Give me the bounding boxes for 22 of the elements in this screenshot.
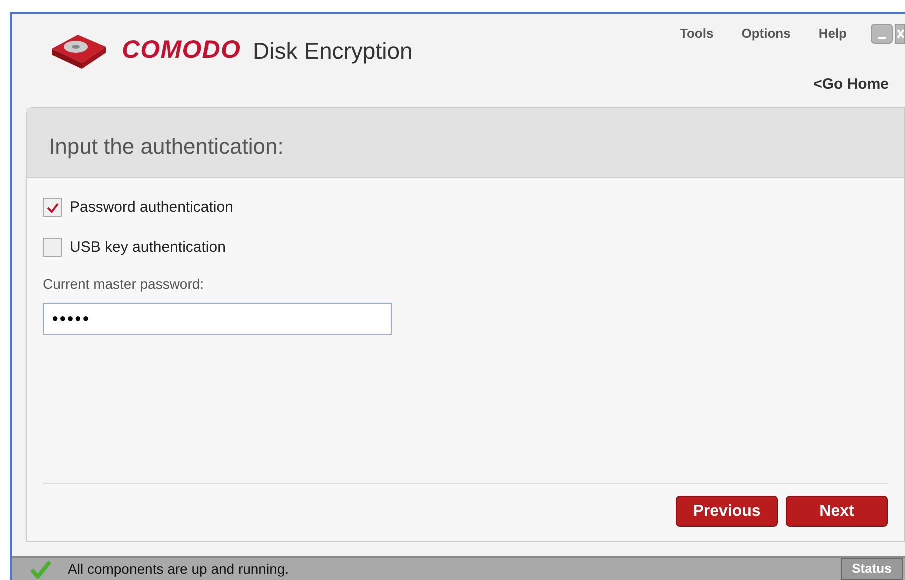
checkbox[interactable] [43, 238, 62, 258]
status-message: All components are up and running. [68, 560, 290, 579]
checkbox-label: Password authentication [70, 198, 234, 218]
nav-button[interactable]: Next [786, 496, 888, 527]
panel-title: Input the authentication: [49, 132, 284, 161]
password-field[interactable]: ●●●●● [43, 302, 392, 335]
brand-name: COMODO [122, 35, 242, 66]
check-icon [30, 559, 52, 579]
nav-button[interactable]: Previous [676, 496, 778, 527]
close-icon [896, 29, 904, 39]
checkbox[interactable] [43, 198, 62, 218]
product-name: Disk Encryption [253, 36, 413, 66]
go-home-link[interactable]: <Go Home [814, 74, 889, 96]
menu-item[interactable]: Options [742, 24, 791, 44]
menu-item[interactable]: Help [818, 24, 847, 44]
close-button[interactable] [895, 24, 905, 44]
checkbox-label: USB key authentication [70, 238, 226, 258]
password-label: Current master password: [43, 274, 206, 294]
minimize-icon [878, 37, 886, 39]
minimize-button[interactable] [871, 24, 893, 44]
check-icon [46, 202, 58, 213]
menu-item[interactable]: Tools [680, 24, 714, 44]
